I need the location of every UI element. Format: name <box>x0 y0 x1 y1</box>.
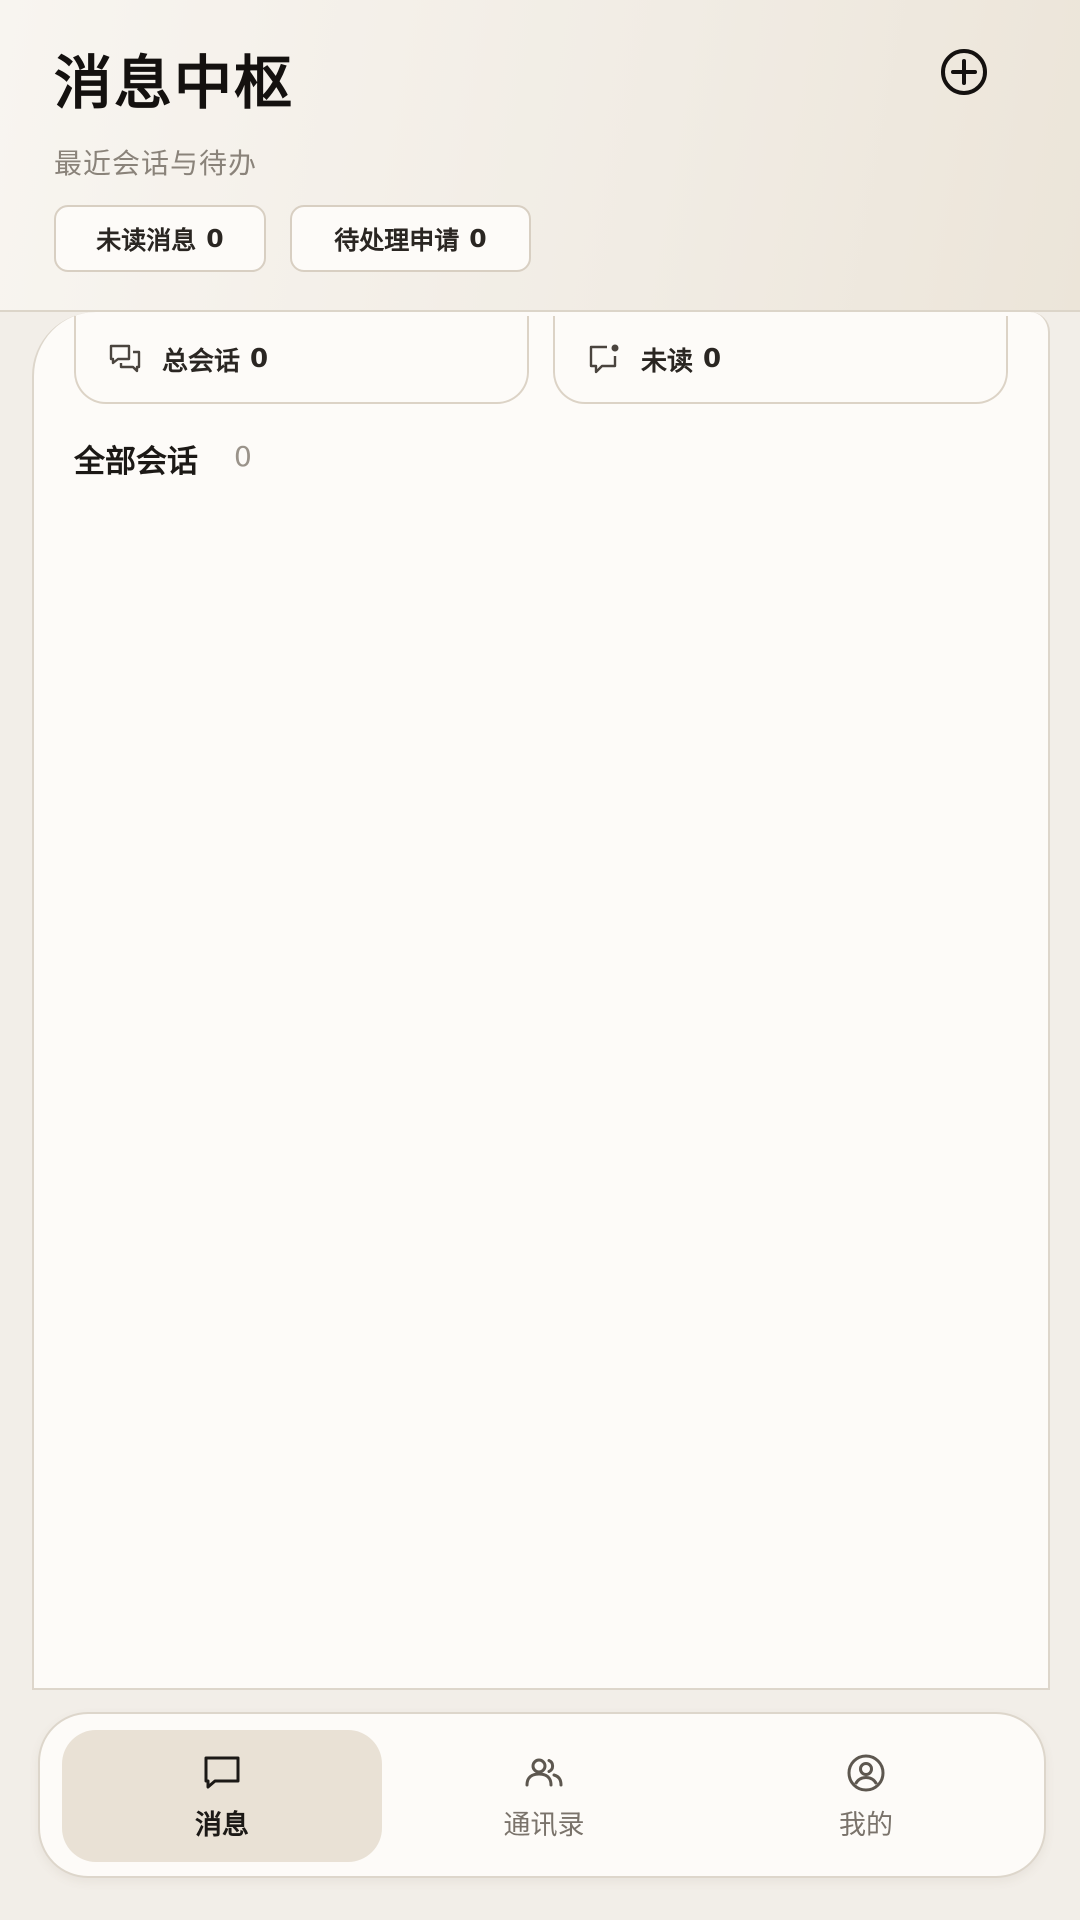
chat-bubbles-icon <box>108 342 142 376</box>
pending-requests-chip[interactable]: 待处理申请 0 <box>290 205 531 272</box>
chip-label: 未读消息 <box>96 225 197 255</box>
bottom-tab-bar: 消息 通讯录 我的 <box>38 1712 1046 1878</box>
chip-count: 0 <box>469 224 487 253</box>
unread-conversations-card[interactable]: 未读 0 <box>553 316 1008 404</box>
profile-icon <box>844 1751 888 1795</box>
page-subtitle: 最近会话与待办 <box>54 147 258 180</box>
section-count: 0 <box>234 440 252 473</box>
chip-label: 待处理申请 <box>334 225 460 255</box>
stat-count: 0 <box>703 344 722 374</box>
tab-label: 消息 <box>195 1809 249 1841</box>
stat-label: 未读 <box>641 346 694 377</box>
conversation-panel <box>32 312 1050 1690</box>
page-title: 消息中枢 <box>54 49 295 117</box>
tab-contacts[interactable]: 通讯录 <box>384 1730 704 1862</box>
total-conversations-card[interactable]: 总会话 0 <box>74 316 529 404</box>
tab-label: 通讯录 <box>503 1809 585 1841</box>
tab-label: 我的 <box>839 1809 893 1841</box>
chat-unread-icon <box>587 342 621 376</box>
message-icon <box>200 1751 244 1795</box>
plus-circle-icon <box>938 46 990 98</box>
tab-messages[interactable]: 消息 <box>62 1730 382 1862</box>
tab-profile[interactable]: 我的 <box>706 1730 1026 1862</box>
chip-count: 0 <box>206 224 224 253</box>
stat-count: 0 <box>250 344 269 374</box>
unread-messages-chip[interactable]: 未读消息 0 <box>54 205 266 272</box>
page-header: 消息中枢 最近会话与待办 未读消息 0 待处理申请 0 <box>0 0 1080 312</box>
add-button[interactable] <box>936 44 992 100</box>
stat-label: 总会话 <box>162 346 241 377</box>
section-title: 全部会话 <box>74 444 198 480</box>
contacts-icon <box>522 1751 566 1795</box>
